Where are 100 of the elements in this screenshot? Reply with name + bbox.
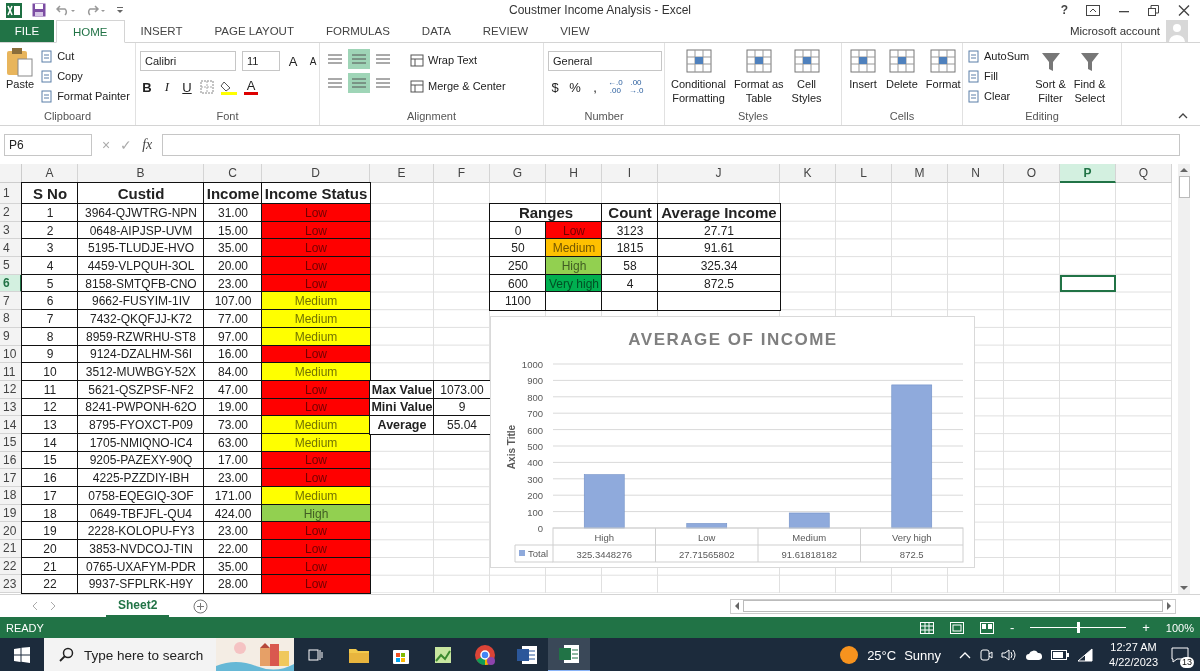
insert-function-button[interactable]: fx: [142, 137, 153, 153]
fill-color-icon[interactable]: [220, 79, 238, 95]
ribbon-command[interactable]: Insert: [846, 45, 880, 93]
font-name-field[interactable]: Calibri: [140, 51, 236, 71]
customize-icon[interactable]: [116, 5, 124, 15]
row-header[interactable]: 23: [0, 575, 22, 594]
number-format-field[interactable]: General: [548, 51, 662, 71]
ribbon-tab[interactable]: DATA: [405, 20, 467, 42]
ribbon-tab[interactable]: PAGE LAYOUT: [198, 20, 310, 42]
number-style-button[interactable]: ,: [588, 79, 602, 95]
ribbon-command[interactable]: Find & Select: [1071, 45, 1108, 107]
row-header[interactable]: 18: [0, 487, 22, 505]
row-header[interactable]: 1: [0, 183, 22, 204]
horizontal-scrollbar[interactable]: [730, 598, 1176, 614]
column-header[interactable]: N: [948, 164, 1004, 183]
ribbon-tab[interactable]: REVIEW: [466, 20, 545, 42]
undo-icon[interactable]: [56, 4, 76, 16]
file-tab[interactable]: FILE: [0, 20, 54, 42]
decimal-button[interactable]: .00 →.0: [628, 79, 644, 95]
task-view-icon[interactable]: [306, 647, 324, 663]
row-header[interactable]: 20: [0, 522, 22, 541]
column-header[interactable]: I: [602, 164, 658, 183]
ribbon-command[interactable]: Conditional Formatting: [669, 45, 729, 107]
column-header[interactable]: F: [434, 164, 490, 183]
ribbon-command[interactable]: Format: [923, 45, 963, 93]
font-color-button[interactable]: A: [244, 79, 258, 95]
scroll-left-icon[interactable]: [733, 601, 741, 611]
scroll-right-icon[interactable]: [1165, 601, 1173, 611]
column-header[interactable]: J: [658, 164, 780, 183]
column-header[interactable]: M: [892, 164, 948, 183]
ribbon-tab[interactable]: INSERT: [124, 20, 199, 42]
column-header[interactable]: H: [546, 164, 602, 183]
search-field[interactable]: Type here to search: [44, 638, 294, 671]
cloud-icon[interactable]: [1025, 649, 1044, 661]
ribbon-command[interactable]: Sort & Filter: [1033, 45, 1068, 107]
help-button[interactable]: ?: [1060, 3, 1068, 17]
name-box[interactable]: P6: [4, 134, 92, 156]
text-style-button[interactable]: B: [140, 79, 154, 95]
clipboard-command[interactable]: Cut: [40, 47, 130, 65]
spreadsheet-app-icon[interactable]: [548, 638, 590, 671]
number-style-button[interactable]: $: [548, 79, 562, 95]
column-header[interactable]: O: [1004, 164, 1060, 183]
windows-start-icon[interactable]: [14, 647, 30, 663]
text-style-button[interactable]: U: [180, 79, 194, 95]
column-header[interactable]: Q: [1116, 164, 1172, 183]
ribbon-display-icon[interactable]: [1086, 4, 1100, 16]
close-icon[interactable]: [1178, 4, 1190, 16]
row-header[interactable]: 4: [0, 239, 22, 258]
grow-font-button[interactable]: A: [286, 53, 300, 69]
zoom-in-button[interactable]: +: [1142, 620, 1150, 635]
editing-command[interactable]: Clear: [967, 87, 1030, 105]
column-header[interactable]: K: [780, 164, 836, 183]
scroll-down-icon[interactable]: [1179, 584, 1189, 592]
zoom-thumb[interactable]: [1077, 622, 1081, 633]
chevron-up-icon[interactable]: [959, 651, 972, 659]
text-style-button[interactable]: I: [160, 79, 174, 95]
page-break-icon[interactable]: [979, 621, 994, 634]
scroll-thumb[interactable]: [1178, 176, 1190, 198]
redo-icon[interactable]: [86, 4, 106, 16]
scroll-up-icon[interactable]: [1179, 166, 1189, 174]
row-header[interactable]: 21: [0, 540, 22, 558]
number-style-button[interactable]: %: [568, 79, 582, 95]
clipboard-command[interactable]: Copy: [40, 67, 130, 85]
page-view-icon[interactable]: [949, 621, 964, 634]
collapse-icon[interactable]: [1178, 112, 1188, 119]
ribbon-command[interactable]: Cell Styles: [789, 45, 824, 107]
scroll-thumb[interactable]: [743, 600, 1163, 612]
save-icon[interactable]: [32, 3, 46, 17]
grid-view-icon[interactable]: [919, 621, 934, 634]
wifi-icon[interactable]: [1077, 648, 1094, 662]
ribbon-tab[interactable]: FORMULAS: [309, 20, 406, 42]
row-header[interactable]: 11: [0, 363, 22, 381]
paste-button[interactable]: Paste: [4, 45, 37, 93]
editing-command[interactable]: AutoSum: [967, 47, 1030, 65]
row-header[interactable]: 5: [0, 257, 22, 275]
row-header[interactable]: 8: [0, 310, 22, 328]
clock[interactable]: 12:27 AM 4/22/2023: [1109, 640, 1158, 670]
column-header[interactable]: P: [1060, 164, 1116, 183]
speaker-icon[interactable]: [1001, 648, 1018, 662]
clipboard-command[interactable]: Format Painter: [40, 87, 130, 105]
alignment-command[interactable]: Merge & Center: [410, 77, 506, 95]
column-header[interactable]: G: [490, 164, 546, 183]
column-header[interactable]: E: [370, 164, 434, 183]
battery-icon[interactable]: [1051, 650, 1070, 660]
ribbon-tab[interactable]: HOME: [56, 20, 125, 43]
font-size-field[interactable]: 11: [242, 51, 280, 71]
shrink-font-button[interactable]: A: [306, 55, 320, 67]
vertical-scrollbar[interactable]: [1178, 164, 1190, 594]
row-header[interactable]: 7: [0, 292, 22, 311]
alignment-command[interactable]: Wrap Text: [410, 51, 506, 69]
decimal-button[interactable]: ←.0 .00: [608, 79, 623, 95]
notification-button[interactable]: 13: [1166, 640, 1194, 670]
add-sheet-icon[interactable]: [193, 598, 209, 614]
ribbon-command[interactable]: Delete: [884, 45, 920, 93]
zoom-out-button[interactable]: -: [1009, 620, 1015, 635]
ribbon-tab[interactable]: VIEW: [544, 20, 606, 42]
row-header[interactable]: 2: [0, 204, 22, 222]
meet-icon[interactable]: [979, 648, 994, 662]
account-menu[interactable]: Microsoft account: [1069, 20, 1166, 42]
restore-icon[interactable]: [1148, 4, 1160, 16]
